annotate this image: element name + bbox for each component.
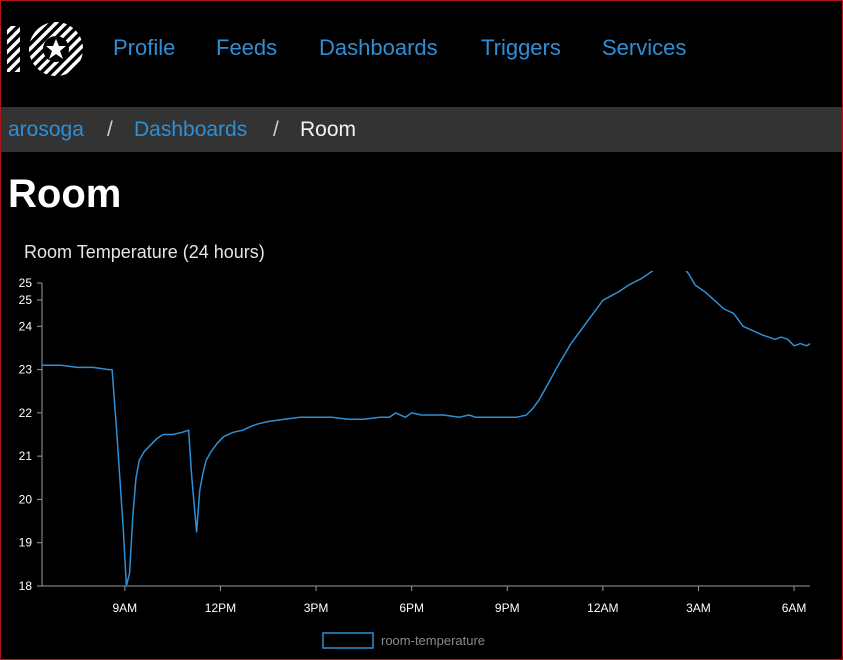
breadcrumb-separator: / <box>107 118 113 141</box>
y-tick-label: 25 <box>19 276 33 290</box>
top-navigation: Profile Feeds Dashboards Triggers Servic… <box>1 1 842 105</box>
legend-label: room-temperature <box>381 633 485 648</box>
y-tick-label: 21 <box>19 449 33 463</box>
y-tick-label: 24 <box>19 319 33 333</box>
nav-profile-link[interactable]: Profile <box>113 35 175 61</box>
x-tick-label: 6PM <box>399 601 424 615</box>
x-tick-label: 9PM <box>495 601 520 615</box>
x-tick-label: 12AM <box>587 601 618 615</box>
nav-dashboards-link[interactable]: Dashboards <box>319 35 438 61</box>
nav-feeds-link[interactable]: Feeds <box>216 35 277 61</box>
nav-services-link[interactable]: Services <box>602 35 686 61</box>
breadcrumb-dashboards-link[interactable]: Dashboards <box>134 118 247 142</box>
breadcrumb: arosoga / Dashboards / Room <box>1 107 842 152</box>
x-tick-label: 3AM <box>686 601 711 615</box>
x-tick-label: 9AM <box>113 601 138 615</box>
temperature-line-chart[interactable]: 18 19 20 21 22 23 24 25 25 9AM 12PM 3PM 6PM 9PM 12AM 3A… <box>1 271 842 656</box>
y-tick-label: 19 <box>19 536 33 550</box>
legend-swatch <box>322 632 374 649</box>
page-title: Room <box>8 172 122 216</box>
breadcrumb-separator: / <box>273 118 279 141</box>
app-frame: Profile Feeds Dashboards Triggers Servic… <box>0 0 843 660</box>
adafruit-io-logo[interactable] <box>7 20 85 78</box>
y-tick-label: 25 <box>19 293 33 307</box>
breadcrumb-user-link[interactable]: arosoga <box>8 118 84 142</box>
x-tick-label: 3PM <box>304 601 329 615</box>
y-tick-label: 20 <box>19 492 33 506</box>
series-line-room-temperature[interactable] <box>42 271 811 587</box>
breadcrumb-current: Room <box>300 118 357 141</box>
chart-title: Room Temperature (24 hours) <box>24 242 265 262</box>
y-tick-label: 23 <box>19 363 33 377</box>
x-tick-label: 6AM <box>782 601 807 615</box>
y-tick-label: 22 <box>19 406 33 420</box>
x-tick-label: 12PM <box>205 601 236 615</box>
nav-triggers-link[interactable]: Triggers <box>481 35 561 61</box>
y-tick-label: 18 <box>19 579 33 593</box>
